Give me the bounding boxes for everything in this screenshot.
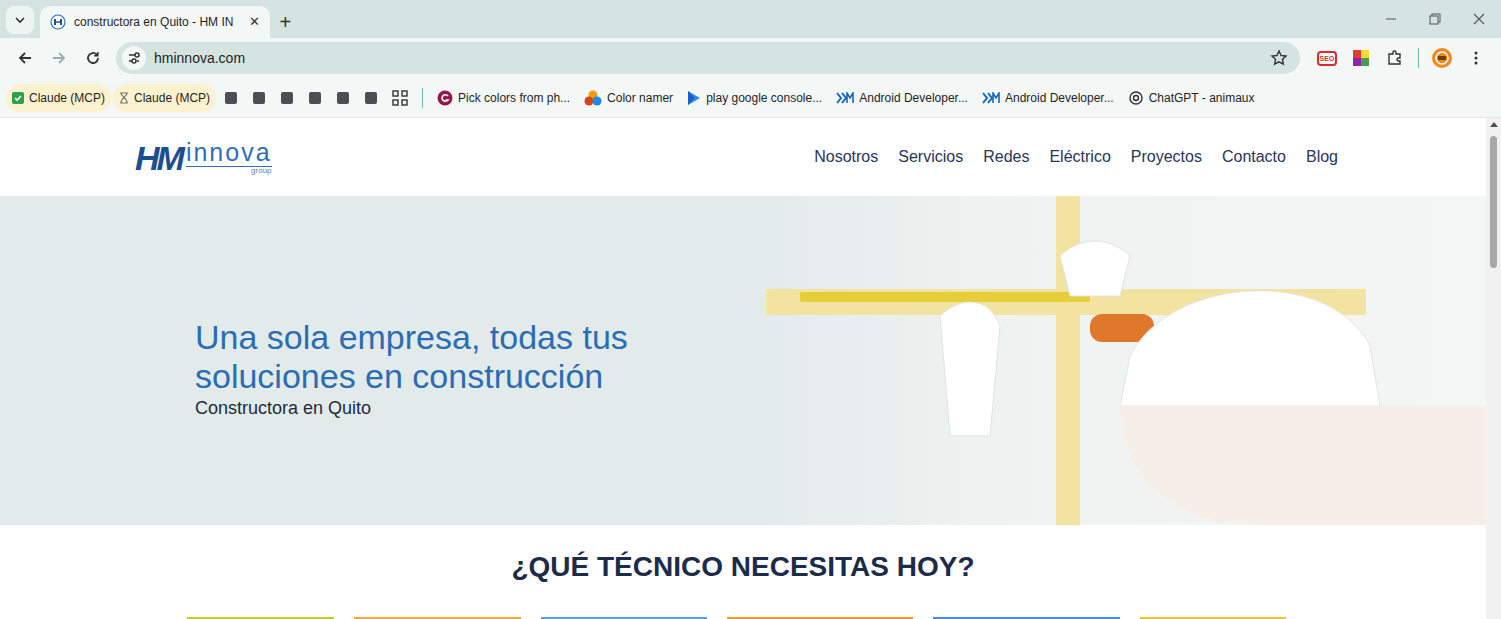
- hero-photo: [760, 196, 1486, 525]
- scrollbar[interactable]: [1486, 118, 1501, 619]
- bookmark-xm-icon: [836, 92, 854, 104]
- tab-title[interactable]: constructora en Quito - HM IN: [74, 13, 233, 31]
- bookmark-play-icon: [687, 90, 701, 106]
- bookmark-item[interactable]: Color namer: [578, 84, 679, 112]
- bookmark-square-icon: [280, 91, 294, 105]
- address-bar[interactable]: hminnova.com: [116, 42, 1300, 74]
- bookmark-item[interactable]: [274, 84, 300, 112]
- profile-avatar-icon[interactable]: [1425, 41, 1459, 75]
- logo-wordmark[interactable]: innovagroup: [186, 140, 272, 175]
- bookmark-item[interactable]: play google console...: [681, 84, 828, 112]
- services-heading: ¿QUÉ TÉCNICO NECESITAS HOY?: [0, 550, 1486, 584]
- hero-subtitle: Constructora en Quito: [195, 396, 760, 420]
- bookmark-item[interactable]: Android Developer...: [830, 84, 974, 112]
- logo-tag[interactable]: group: [186, 167, 272, 175]
- seo-extension[interactable]: SEO: [1310, 41, 1344, 75]
- browser-toolbar: hminnova.com SEO: [0, 38, 1501, 78]
- service-card[interactable]: [187, 617, 334, 619]
- main-menu: Nosotros Servicios Redes Eléctrico Proyectos…: [814, 145, 1338, 169]
- site-header: HMinnovagroup Nosotros Servicios Redes Eléct…: [0, 118, 1486, 196]
- bookmark-square-icon: [364, 91, 378, 105]
- bookmark-item[interactable]: [358, 84, 384, 112]
- bookmark-apps-icon: [392, 90, 408, 106]
- bookmark-item[interactable]: Android Developer...: [976, 84, 1120, 112]
- restore-icon[interactable]: [1413, 0, 1457, 38]
- bookmark-item[interactable]: [386, 84, 414, 112]
- bookmark-chat-icon: [1128, 90, 1144, 106]
- hero-text: Una sola empresa, todas tus soluciones e…: [0, 196, 760, 525]
- reload-icon[interactable]: [76, 41, 110, 75]
- bookmark-item[interactable]: [246, 84, 272, 112]
- bookmark-item[interactable]: [330, 84, 356, 112]
- close-icon[interactable]: [1457, 0, 1501, 38]
- service-card[interactable]: [1140, 617, 1286, 619]
- logo-name[interactable]: innova: [186, 140, 272, 167]
- bookmarks-separator: [422, 88, 423, 108]
- bookmark-xm-icon: [982, 92, 1000, 104]
- bookmark-gsite-icon: [437, 90, 453, 106]
- bookmark-item[interactable]: Claude (MCP): [6, 84, 111, 112]
- menu-link[interactable]: Contacto: [1222, 145, 1286, 169]
- bookmark-star-icon[interactable]: [1270, 49, 1288, 67]
- site-info-icon[interactable]: [122, 46, 146, 70]
- browser-tab[interactable]: constructora en Quito - HM IN ✕: [40, 6, 270, 38]
- service-card[interactable]: [727, 617, 913, 619]
- website: HMinnovagroup Nosotros Servicios Redes Eléct…: [0, 118, 1486, 619]
- bookmark-item[interactable]: [302, 84, 328, 112]
- bookmarks-bar: Claude (MCP) Claude (MCP) Pick colors from…: [0, 78, 1501, 118]
- back-icon[interactable]: [8, 41, 42, 75]
- bookmark-label[interactable]: Claude (MCP): [134, 89, 210, 107]
- tab-close-button[interactable]: ✕: [241, 12, 260, 32]
- bookmark-hourglass-icon: [119, 92, 129, 104]
- menu-link[interactable]: Blog: [1306, 145, 1338, 169]
- bookmark-label[interactable]: Android Developer...: [859, 89, 968, 107]
- logo-mark[interactable]: HM: [135, 141, 182, 175]
- toolbar-separator: [1418, 48, 1419, 68]
- bookmark-square-icon: [252, 91, 266, 105]
- bookmark-label[interactable]: ChatGPT - animaux: [1149, 89, 1255, 107]
- bookmark-label[interactable]: play google console...: [706, 89, 822, 107]
- bookmark-square-icon: [308, 91, 322, 105]
- menu-link[interactable]: Redes: [983, 145, 1029, 169]
- service-card[interactable]: [354, 617, 521, 619]
- color-picker-icon[interactable]: [1344, 41, 1378, 75]
- hero-banner: Una sola empresa, todas tus soluciones e…: [0, 196, 1486, 525]
- minimize-icon[interactable]: [1369, 0, 1413, 38]
- scroll-up-icon[interactable]: [1490, 122, 1498, 127]
- menu-link[interactable]: Proyectos: [1131, 145, 1202, 169]
- bookmark-palette-icon: [584, 90, 602, 106]
- forward-icon[interactable]: [42, 41, 76, 75]
- extensions-puzzle-icon[interactable]: [1378, 41, 1412, 75]
- site-favicon-icon: [50, 14, 66, 30]
- site-logo[interactable]: HMinnovagroup: [135, 140, 272, 175]
- hero-title: Una sola empresa, todas tus soluciones e…: [195, 318, 740, 396]
- window-controls: [1369, 0, 1501, 38]
- menu-link[interactable]: Servicios: [898, 145, 963, 169]
- bookmark-label[interactable]: Color namer: [607, 89, 673, 107]
- bookmark-square-icon: [224, 91, 238, 105]
- bookmark-item[interactable]: ChatGPT - animaux: [1122, 84, 1261, 112]
- bookmark-item[interactable]: Pick colors from ph...: [431, 84, 576, 112]
- bookmark-label[interactable]: Android Developer...: [1005, 89, 1114, 107]
- bookmark-square-icon: [336, 91, 350, 105]
- service-card[interactable]: [933, 617, 1120, 619]
- bookmark-item[interactable]: [218, 84, 244, 112]
- bookmark-item[interactable]: Claude (MCP): [113, 84, 216, 112]
- scrollbar-thumb[interactable]: [1490, 136, 1497, 268]
- services-cards: [0, 617, 1486, 619]
- bookmark-check-icon: [12, 92, 24, 104]
- menu-kebab-icon[interactable]: [1459, 41, 1493, 75]
- menu-link[interactable]: Nosotros: [814, 145, 878, 169]
- tab-strip: constructora en Quito - HM IN ✕ +: [0, 0, 1501, 38]
- page-viewport: HMinnovagroup Nosotros Servicios Redes Eléct…: [0, 118, 1501, 619]
- services-section: ¿QUÉ TÉCNICO NECESITAS HOY?: [0, 525, 1486, 619]
- menu-link[interactable]: Eléctrico: [1049, 145, 1110, 169]
- seo-extension-label[interactable]: SEO: [1317, 51, 1338, 66]
- bookmark-label[interactable]: Pick colors from ph...: [458, 89, 570, 107]
- tab-search-icon[interactable]: [6, 6, 34, 34]
- bookmark-label[interactable]: Claude (MCP): [29, 89, 105, 107]
- address-url[interactable]: hminnova.com: [154, 48, 245, 69]
- new-tab-button[interactable]: +: [270, 12, 300, 32]
- service-card[interactable]: [541, 617, 707, 619]
